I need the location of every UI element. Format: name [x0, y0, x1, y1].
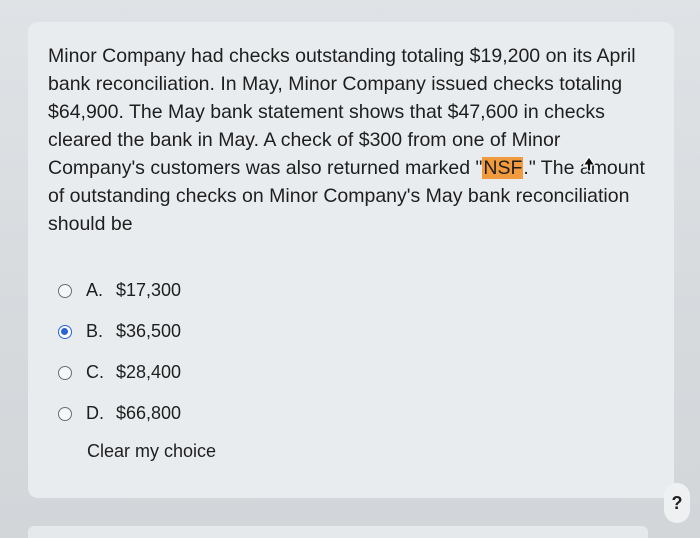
option-b-value: $36,500 — [116, 321, 182, 341]
radio-option-b[interactable] — [58, 324, 72, 339]
option-c-letter: C. — [86, 362, 104, 382]
option-c[interactable]: C. $28,400 — [58, 352, 358, 393]
question-card: Minor Company had checks outstanding tot… — [28, 22, 674, 498]
option-a[interactable]: A. $17,300 — [58, 270, 358, 311]
clear-choice-link[interactable]: Clear my choice — [87, 441, 216, 462]
option-a-value: $17,300 — [116, 280, 182, 300]
option-b[interactable]: B. $36,500 — [58, 311, 358, 352]
option-a-letter: A. — [86, 280, 104, 300]
answer-options: A. $17,300 B. $36,500 C. $28,400 D. $66,… — [58, 270, 358, 434]
nsf-highlight: NSF — [482, 157, 524, 179]
radio-option-c[interactable] — [58, 365, 72, 380]
option-c-value: $28,400 — [116, 362, 182, 382]
question-text-part-2: ." The a — [523, 157, 591, 179]
radio-option-a[interactable] — [58, 283, 72, 298]
help-button[interactable]: ? — [664, 483, 690, 523]
option-d-value: $66,800 — [116, 403, 182, 423]
next-card-edge — [28, 526, 648, 538]
option-b-letter: B. — [86, 321, 104, 341]
option-d-letter: D. — [86, 403, 104, 423]
radio-option-d[interactable] — [58, 406, 72, 421]
question-text: Minor Company had checks outstanding tot… — [48, 42, 658, 238]
option-d[interactable]: D. $66,800 — [58, 393, 358, 434]
